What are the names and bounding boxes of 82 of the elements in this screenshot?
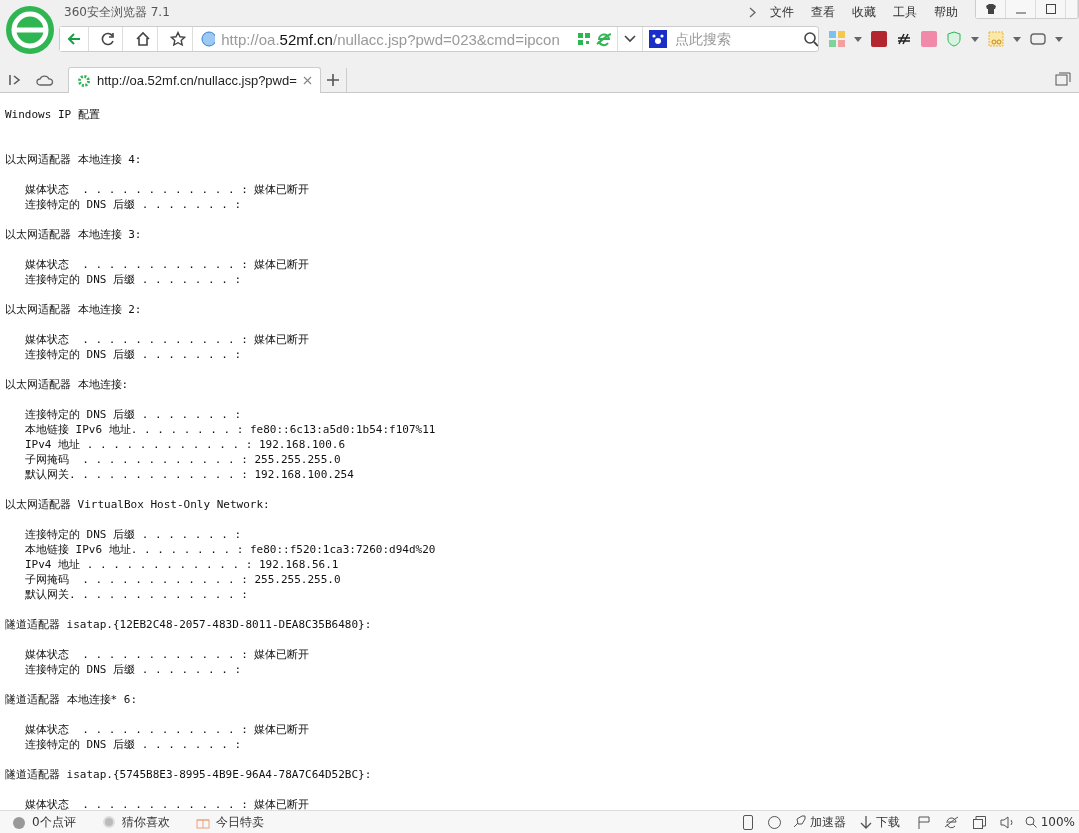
menu-item[interactable]: 文件	[770, 3, 794, 21]
minimize-icon	[1015, 12, 1026, 14]
adapter-heading: 隧道适配器 本地连接* 6:	[5, 692, 139, 707]
adapter-heading: 以太网适配器 VirtualBox Host-Only Network:	[5, 497, 271, 512]
config-line: 子网掩码 . . . . . . . . . . . . : 255.255.255.0	[24, 452, 342, 467]
config-line: 媒体状态 . . . . . . . . . . . . : 媒体已断开	[24, 257, 311, 272]
adapter-heading: 以太网适配器 本地连接 3:	[5, 227, 143, 242]
adapter-heading: 以太网适配器 本地连接:	[5, 377, 130, 392]
address-bar[interactable]: http://oa.52mf.cn/nullacc.jsp?pwd=023&cmd=ipcon 点此搜索	[59, 26, 819, 52]
config-line: 默认网关. . . . . . . . . . . . . : 192.168.100.254	[24, 467, 355, 482]
caret-icon[interactable]	[854, 36, 862, 42]
config-line: IPv4 地址 . . . . . . . . . . . . : 192.168.100.6	[24, 437, 346, 452]
close-icon[interactable]	[302, 76, 312, 85]
star-icon	[169, 31, 186, 47]
config-line: 媒体状态 . . . . . . . . . . . . : 媒体已断开	[24, 332, 311, 347]
back-arrow-icon	[65, 31, 82, 47]
window-icon[interactable]	[972, 815, 986, 829]
search-icon[interactable]	[803, 31, 818, 47]
magnifier-icon	[1024, 816, 1037, 828]
config-line: 连接特定的 DNS 后缀 . . . . . . . :	[24, 737, 243, 752]
accelerator-button[interactable]: 加速器	[787, 813, 850, 831]
recommendations-link[interactable]: 猜你喜欢	[121, 813, 170, 831]
menu-item[interactable]: 帮助	[934, 3, 958, 21]
scribble-icon[interactable]	[896, 31, 912, 47]
config-line: 媒体状态 . . . . . . . . . . . . : 媒体已断开	[24, 182, 311, 197]
config-line: 连接特定的 DNS 后缀 . . . . . . . :	[24, 197, 243, 212]
dot-icon[interactable]	[101, 815, 116, 829]
browser-tab[interactable]: http://oa.52mf.cn/nullacc.jsp?pwd=	[68, 67, 321, 93]
ie-engine-icon[interactable]	[596, 31, 611, 47]
adapter-heading: 隧道适配器 isatap.{5745B8E3-8995-4B9E-96A4-78A7C64D52BC}:	[5, 767, 373, 782]
tab-list-icon[interactable]	[1055, 72, 1071, 86]
reload-icon	[100, 31, 117, 47]
url-text[interactable]: http://oa.52mf.cn/nullacc.jsp?pwd=023&cmd=ipcon	[221, 30, 572, 48]
flag-icon[interactable]	[917, 815, 930, 829]
menu-item[interactable]: 收藏	[852, 3, 876, 21]
cloud-icon[interactable]	[36, 74, 54, 86]
download-arrow-icon	[859, 815, 872, 829]
menu-item[interactable]: 工具	[893, 3, 917, 21]
config-line: 本地链接 IPv6 地址. . . . . . . . : fe80::6c13:a5d0:1b54:f107%11	[24, 422, 437, 437]
config-line: 连接特定的 DNS 后缀 . . . . . . . :	[24, 272, 243, 287]
window-title: 360安全浏览器 7.1	[64, 3, 170, 21]
maximize-button[interactable]	[1036, 0, 1066, 18]
config-line: 连接特定的 DNS 后缀 . . . . . . . :	[24, 407, 243, 422]
chevron-down-icon	[623, 35, 636, 43]
caret-icon[interactable]	[971, 36, 979, 42]
config-line: 连接特定的 DNS 后缀 . . . . . . . :	[24, 662, 243, 677]
caret-icon[interactable]	[1013, 36, 1021, 42]
plus-icon	[327, 74, 340, 86]
back-button[interactable]	[60, 27, 89, 51]
zoom-button[interactable]: 100%	[1020, 815, 1075, 829]
shirt-icon	[984, 3, 997, 15]
browser-logo-icon	[5, 5, 55, 55]
config-line: 本地链接 IPv6 地址. . . . . . . . : fe80::f520:1ca3:7260:d94d%20	[24, 542, 437, 557]
reviews-link[interactable]: 0个点评	[32, 813, 76, 831]
maximize-icon	[1044, 3, 1057, 15]
speaker-icon[interactable]	[999, 815, 1015, 829]
globe-icon	[200, 31, 216, 47]
ie-icon[interactable]	[943, 815, 959, 829]
adapter-heading: 以太网适配器 本地连接 2:	[5, 302, 143, 317]
config-line: IPv4 地址 . . . . . . . . . . . . : 192.168.56.1	[24, 557, 340, 572]
download-button[interactable]: 下载	[855, 813, 904, 831]
skin-button[interactable]	[976, 0, 1006, 18]
home-icon	[135, 31, 152, 47]
config-line: 默认网关. . . . . . . . . . . . . :	[24, 587, 249, 602]
page-heading: Windows IP 配置	[5, 107, 101, 122]
caret-icon[interactable]	[1055, 36, 1063, 42]
config-line: 连接特定的 DNS 后缀 . . . . . . . :	[24, 527, 243, 542]
config-line: 媒体状态 . . . . . . . . . . . . : 媒体已断开	[24, 647, 311, 662]
adapter-heading: 隧道适配器 isatap.{12EB2C48-2057-483D-8011-DEA8C35B6480}:	[5, 617, 373, 632]
chevron-icon[interactable]	[749, 6, 756, 18]
phone-icon[interactable]	[742, 814, 753, 830]
adapter-heading: 以太网适配器 本地连接 4:	[5, 152, 143, 167]
tab-title: http://oa.52mf.cn/nullacc.jsp?pwd=	[97, 73, 297, 88]
config-line: 子网掩码 . . . . . . . . . . . . : 255.255.255.0	[24, 572, 342, 587]
qr-code-icon[interactable]	[577, 32, 591, 46]
menu-item[interactable]: 查看	[811, 3, 835, 21]
config-line: 媒体状态 . . . . . . . . . . . . : 媒体已断开	[24, 722, 311, 737]
sidebar-toggle-icon[interactable]	[8, 74, 22, 86]
dropdown-button[interactable]	[616, 27, 643, 51]
daily-deals-link[interactable]: 今日特卖	[215, 813, 264, 831]
config-line: 媒体状态 . . . . . . . . . . . . : 媒体已断开	[24, 797, 311, 810]
config-line: 连接特定的 DNS 后缀 . . . . . . . :	[24, 347, 243, 362]
